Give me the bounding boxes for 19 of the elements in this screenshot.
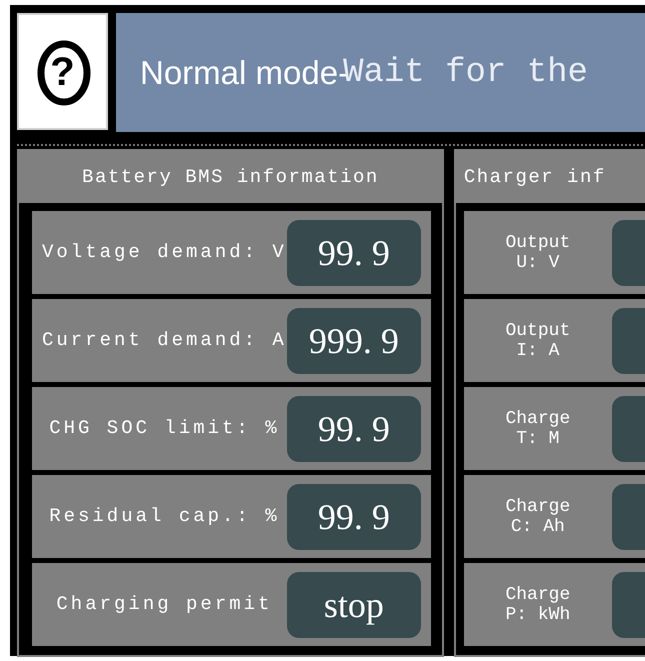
field-label: Residual cap.: % <box>48 504 281 530</box>
field-label: Output I: A <box>504 320 572 360</box>
field-label: Charging permit <box>55 592 274 618</box>
field-label: CHG SOC limit: % <box>48 416 281 442</box>
value-display: 99. 9 <box>286 396 421 462</box>
help-circle-icon <box>37 40 91 106</box>
value-display: 999. 9 <box>286 308 421 374</box>
value-display: 99. 9 <box>286 484 421 550</box>
field-label: Charge T: M <box>504 408 572 448</box>
field-label: Voltage demand: V <box>42 240 287 266</box>
field-label: Charge C: Ah <box>504 496 572 536</box>
panel-title: Battery BMS information <box>19 151 442 203</box>
value-display: stop <box>286 572 421 638</box>
field-label: Charge P: kWh <box>504 584 572 624</box>
field-label: Current demand: A <box>42 328 287 354</box>
help-button[interactable]: ? <box>17 13 108 130</box>
panel-title: Charger inf <box>456 151 645 203</box>
field-label: Output U: V <box>504 232 572 272</box>
value-display: 99. 9 <box>286 220 421 286</box>
